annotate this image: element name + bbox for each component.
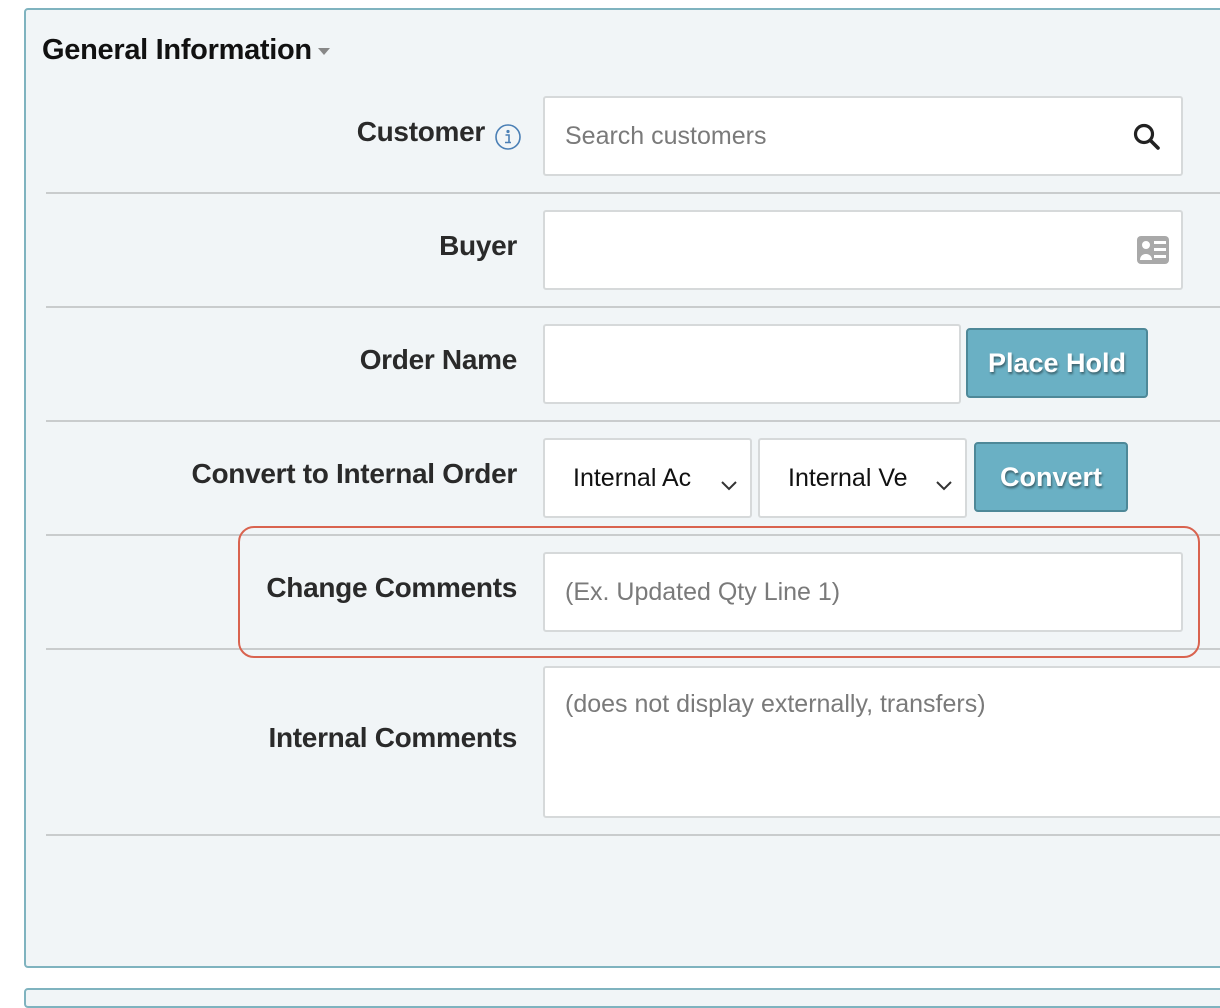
order-name-label: Order Name	[359, 344, 518, 375]
row-divider	[46, 306, 1220, 308]
change-comments-input[interactable]	[543, 552, 1183, 632]
buyer-input[interactable]	[543, 210, 1183, 290]
convert-label: Convert to Internal Order	[191, 458, 518, 489]
chevron-down-icon	[720, 470, 738, 499]
contact-card-icon[interactable]	[1136, 235, 1170, 265]
row-divider	[46, 834, 1220, 836]
internal-comments-label: Internal Comments	[268, 722, 518, 753]
row-divider	[46, 648, 1220, 650]
place-hold-button[interactable]: Place Hold	[966, 328, 1148, 398]
order-name-input[interactable]	[543, 324, 961, 404]
change-comments-label: Change Comments	[266, 572, 517, 603]
info-circle-icon[interactable]	[494, 123, 522, 156]
row-divider	[46, 534, 1220, 536]
section-title: General Information	[42, 34, 312, 66]
customer-search-input[interactable]	[543, 96, 1183, 176]
convert-button[interactable]: Convert	[974, 442, 1128, 512]
internal-comments-textarea[interactable]	[543, 666, 1220, 818]
buyer-label: Buyer	[439, 230, 517, 261]
customer-label: Customer	[356, 116, 486, 147]
internal-account-select[interactable]: Internal Ac	[543, 438, 752, 518]
internal-vendor-select[interactable]: Internal Ve	[758, 438, 967, 518]
chevron-down-icon	[935, 470, 953, 499]
caret-down-icon[interactable]	[317, 47, 330, 55]
next-panel	[24, 988, 1220, 1008]
internal-vendor-select-value: Internal Ve	[788, 463, 908, 492]
row-divider	[46, 420, 1220, 422]
internal-account-select-value: Internal Ac	[573, 463, 692, 492]
search-icon[interactable]	[1130, 120, 1164, 154]
row-divider	[46, 192, 1220, 194]
section-header[interactable]: General Information	[42, 34, 330, 67]
